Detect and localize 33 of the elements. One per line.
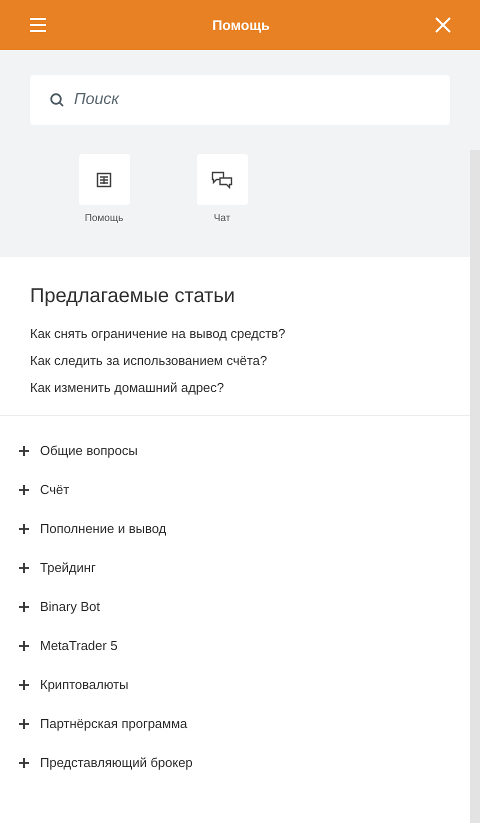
category-item[interactable]: Binary Bot xyxy=(19,587,470,626)
plus-icon xyxy=(19,484,29,494)
plus-icon xyxy=(19,524,29,534)
plus-icon xyxy=(19,680,29,690)
category-item[interactable]: MetaTrader 5 xyxy=(19,626,470,665)
article-link[interactable]: Как следить за использованием счёта? xyxy=(30,353,268,368)
category-item[interactable]: Партнёрская программа xyxy=(19,704,470,743)
shortcut-label: Помощь xyxy=(84,213,124,224)
menu-icon[interactable] xyxy=(29,17,47,33)
category-item[interactable]: Счёт xyxy=(19,470,470,509)
shortcut-label: Чат xyxy=(214,213,230,224)
plus-icon xyxy=(19,718,29,728)
section-heading: Предлагаемые статьи xyxy=(30,285,235,308)
article-link[interactable]: Как изменить домашний адрес? xyxy=(30,380,224,395)
plus-icon xyxy=(19,640,29,650)
shortcut-tile[interactable] xyxy=(196,154,248,205)
scrollbar[interactable] xyxy=(470,150,480,823)
search-field[interactable]: Поиск xyxy=(30,75,450,125)
category-item[interactable]: Криптовалюты xyxy=(19,665,470,704)
plus-icon xyxy=(19,446,29,456)
header-title: Помощь xyxy=(212,17,270,33)
plus-icon xyxy=(19,602,29,612)
chat-icon xyxy=(211,170,233,188)
category-item[interactable]: Общие вопросы xyxy=(19,431,470,470)
category-item[interactable]: Представляющий брокер xyxy=(19,743,470,782)
close-icon[interactable] xyxy=(434,17,451,33)
category-item[interactable]: Пополнение и вывод xyxy=(19,509,470,548)
category-item[interactable]: Трейдинг xyxy=(19,548,470,587)
shortcut-tile[interactable] xyxy=(78,154,130,205)
article-link[interactable]: Как снять ограничение на вывод средств? xyxy=(30,326,286,341)
plus-icon xyxy=(19,758,29,768)
document-icon xyxy=(96,172,112,188)
plus-icon xyxy=(19,562,29,572)
